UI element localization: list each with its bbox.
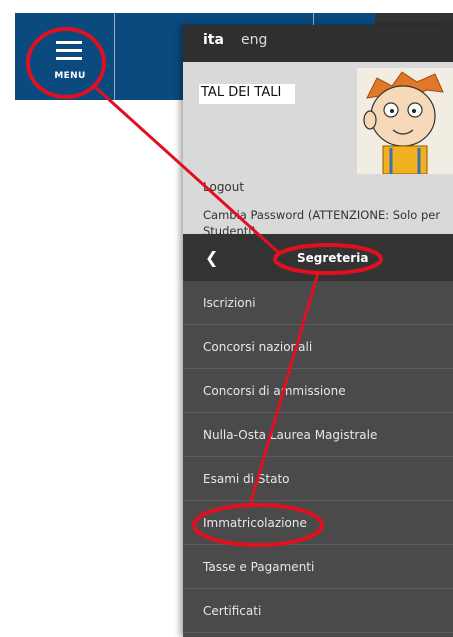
- user-profile-box: TAL DEI TALI Logout Cambia Password (ATT…: [183, 62, 453, 238]
- nav-divider: [114, 13, 115, 100]
- language-ita-link[interactable]: ita: [203, 32, 224, 48]
- hamburger-icon: [56, 41, 82, 61]
- logout-link[interactable]: Logout: [203, 180, 244, 194]
- menu-item-concorsi-ammissione[interactable]: Concorsi di ammissione: [183, 369, 453, 413]
- menu-item-esami-di-stato[interactable]: Esami di Stato: [183, 457, 453, 501]
- menu-item-concorsi-nazionali[interactable]: Concorsi nazionali: [183, 325, 453, 369]
- avatar: [357, 68, 453, 174]
- menu-item-iscrizioni[interactable]: Iscrizioni: [183, 281, 453, 325]
- menu-item-immatricolazione[interactable]: Immatricolazione: [183, 501, 453, 545]
- menu-item-certificati[interactable]: Certificati: [183, 589, 453, 633]
- user-name: TAL DEI TALI: [199, 84, 296, 104]
- menu-list: Iscrizioni Concorsi nazionali Concorsi d…: [183, 281, 453, 633]
- language-bar: ita eng: [183, 25, 453, 62]
- menu-item-tasse-pagamenti[interactable]: Tasse e Pagamenti: [183, 545, 453, 589]
- language-eng-link[interactable]: eng: [241, 32, 267, 48]
- menu-item-nulla-osta[interactable]: Nulla-Osta Laurea Magistrale: [183, 413, 453, 457]
- chevron-left-icon[interactable]: ❮: [205, 248, 218, 267]
- side-menu-panel: ita eng TAL DEI TALI Logout Cambia Passw…: [183, 25, 453, 637]
- menu-label: MENU: [54, 71, 86, 81]
- section-header: ❮ Segreteria: [183, 234, 453, 281]
- section-title: Segreteria: [297, 251, 369, 265]
- menu-button[interactable]: MENU: [36, 35, 96, 90]
